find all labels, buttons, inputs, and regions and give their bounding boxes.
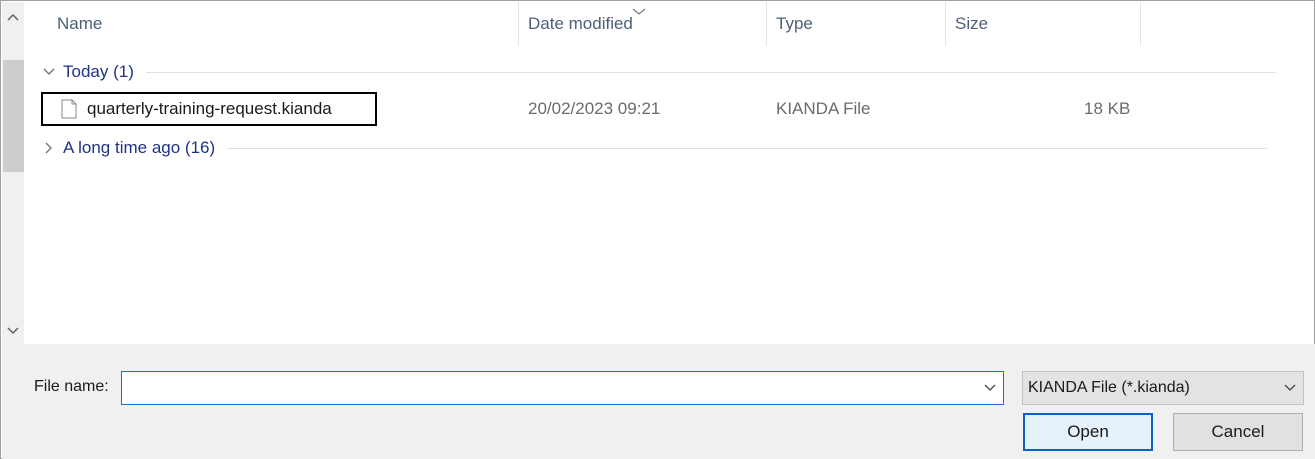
scroll-up-icon[interactable] [2, 6, 24, 28]
column-divider[interactable] [945, 2, 946, 46]
column-divider[interactable] [766, 2, 767, 46]
file-type-selected: KIANDA File (*.kianda) [1028, 379, 1190, 396]
scroll-thumb[interactable] [3, 60, 24, 172]
chevron-down-icon[interactable] [977, 372, 1003, 404]
column-header-name[interactable]: Name [49, 2, 519, 46]
group-divider [145, 71, 1276, 73]
column-header-type[interactable]: Type [768, 2, 944, 46]
column-header-name-label: Name [57, 14, 103, 33]
vertical-scrollbar[interactable] [2, 2, 24, 344]
column-divider[interactable] [1140, 2, 1141, 46]
file-type: KIANDA File [776, 99, 871, 118]
file-list: Name Date modified Type Size Today (1) q… [25, 2, 1314, 344]
cancel-button-label: Cancel [1211, 422, 1265, 441]
group-label-today: Today (1) [63, 62, 134, 81]
open-button-label: Open [1067, 422, 1109, 441]
file-name-input[interactable] [121, 371, 1004, 405]
scroll-down-icon[interactable] [2, 320, 24, 342]
column-divider[interactable] [518, 2, 519, 46]
file-name-label: File name: [34, 378, 109, 395]
file-type-select[interactable]: KIANDA File (*.kianda) [1022, 371, 1304, 405]
group-label-long-ago: A long time ago (16) [63, 138, 216, 157]
open-button[interactable]: Open [1023, 413, 1153, 451]
group-header-today[interactable]: Today (1) [25, 59, 1314, 85]
group-header-long-ago[interactable]: A long time ago (16) [25, 135, 1314, 161]
list-item[interactable]: quarterly-training-request.kianda 20/02/… [25, 91, 1314, 127]
chevron-down-icon[interactable] [37, 68, 61, 76]
file-date-modified: 20/02/2023 09:21 [528, 99, 661, 118]
dialog-footer: File name: KIANDA File (*.kianda) Open C… [2, 344, 1315, 459]
group-divider [227, 147, 1268, 149]
column-header-date-label: Date modified [528, 14, 633, 33]
file-size: 18 KB [1084, 99, 1131, 118]
file-name-cell[interactable]: quarterly-training-request.kianda [41, 92, 377, 126]
file-name-text: quarterly-training-request.kianda [87, 99, 332, 118]
file-open-dialog: Name Date modified Type Size Today (1) q… [0, 0, 1315, 459]
column-header-size-label: Size [955, 14, 989, 33]
chevron-down-icon[interactable] [1277, 372, 1303, 404]
chevron-right-icon[interactable] [37, 142, 61, 154]
column-header-type-label: Type [776, 14, 813, 33]
document-icon [61, 99, 77, 119]
column-header-size[interactable]: Size [947, 2, 1139, 46]
cancel-button[interactable]: Cancel [1173, 413, 1303, 451]
column-header-date-modified[interactable]: Date modified [520, 2, 766, 46]
